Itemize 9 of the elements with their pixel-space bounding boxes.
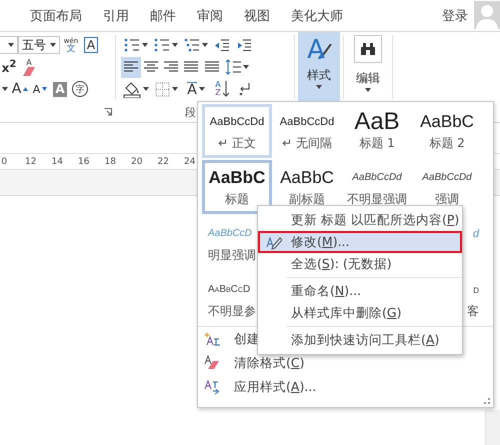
group-label: 段	[185, 104, 196, 120]
ruler-number: 0	[0, 156, 8, 166]
ruler-number: 16	[77, 156, 90, 166]
ruler-number: 12	[24, 156, 38, 166]
ruler-number: 24	[183, 156, 196, 166]
ruler-number: 18	[104, 156, 117, 166]
ruler-number: 20	[130, 156, 144, 166]
ruler-number: 14	[50, 156, 64, 166]
ruler-number: 22	[156, 156, 170, 166]
